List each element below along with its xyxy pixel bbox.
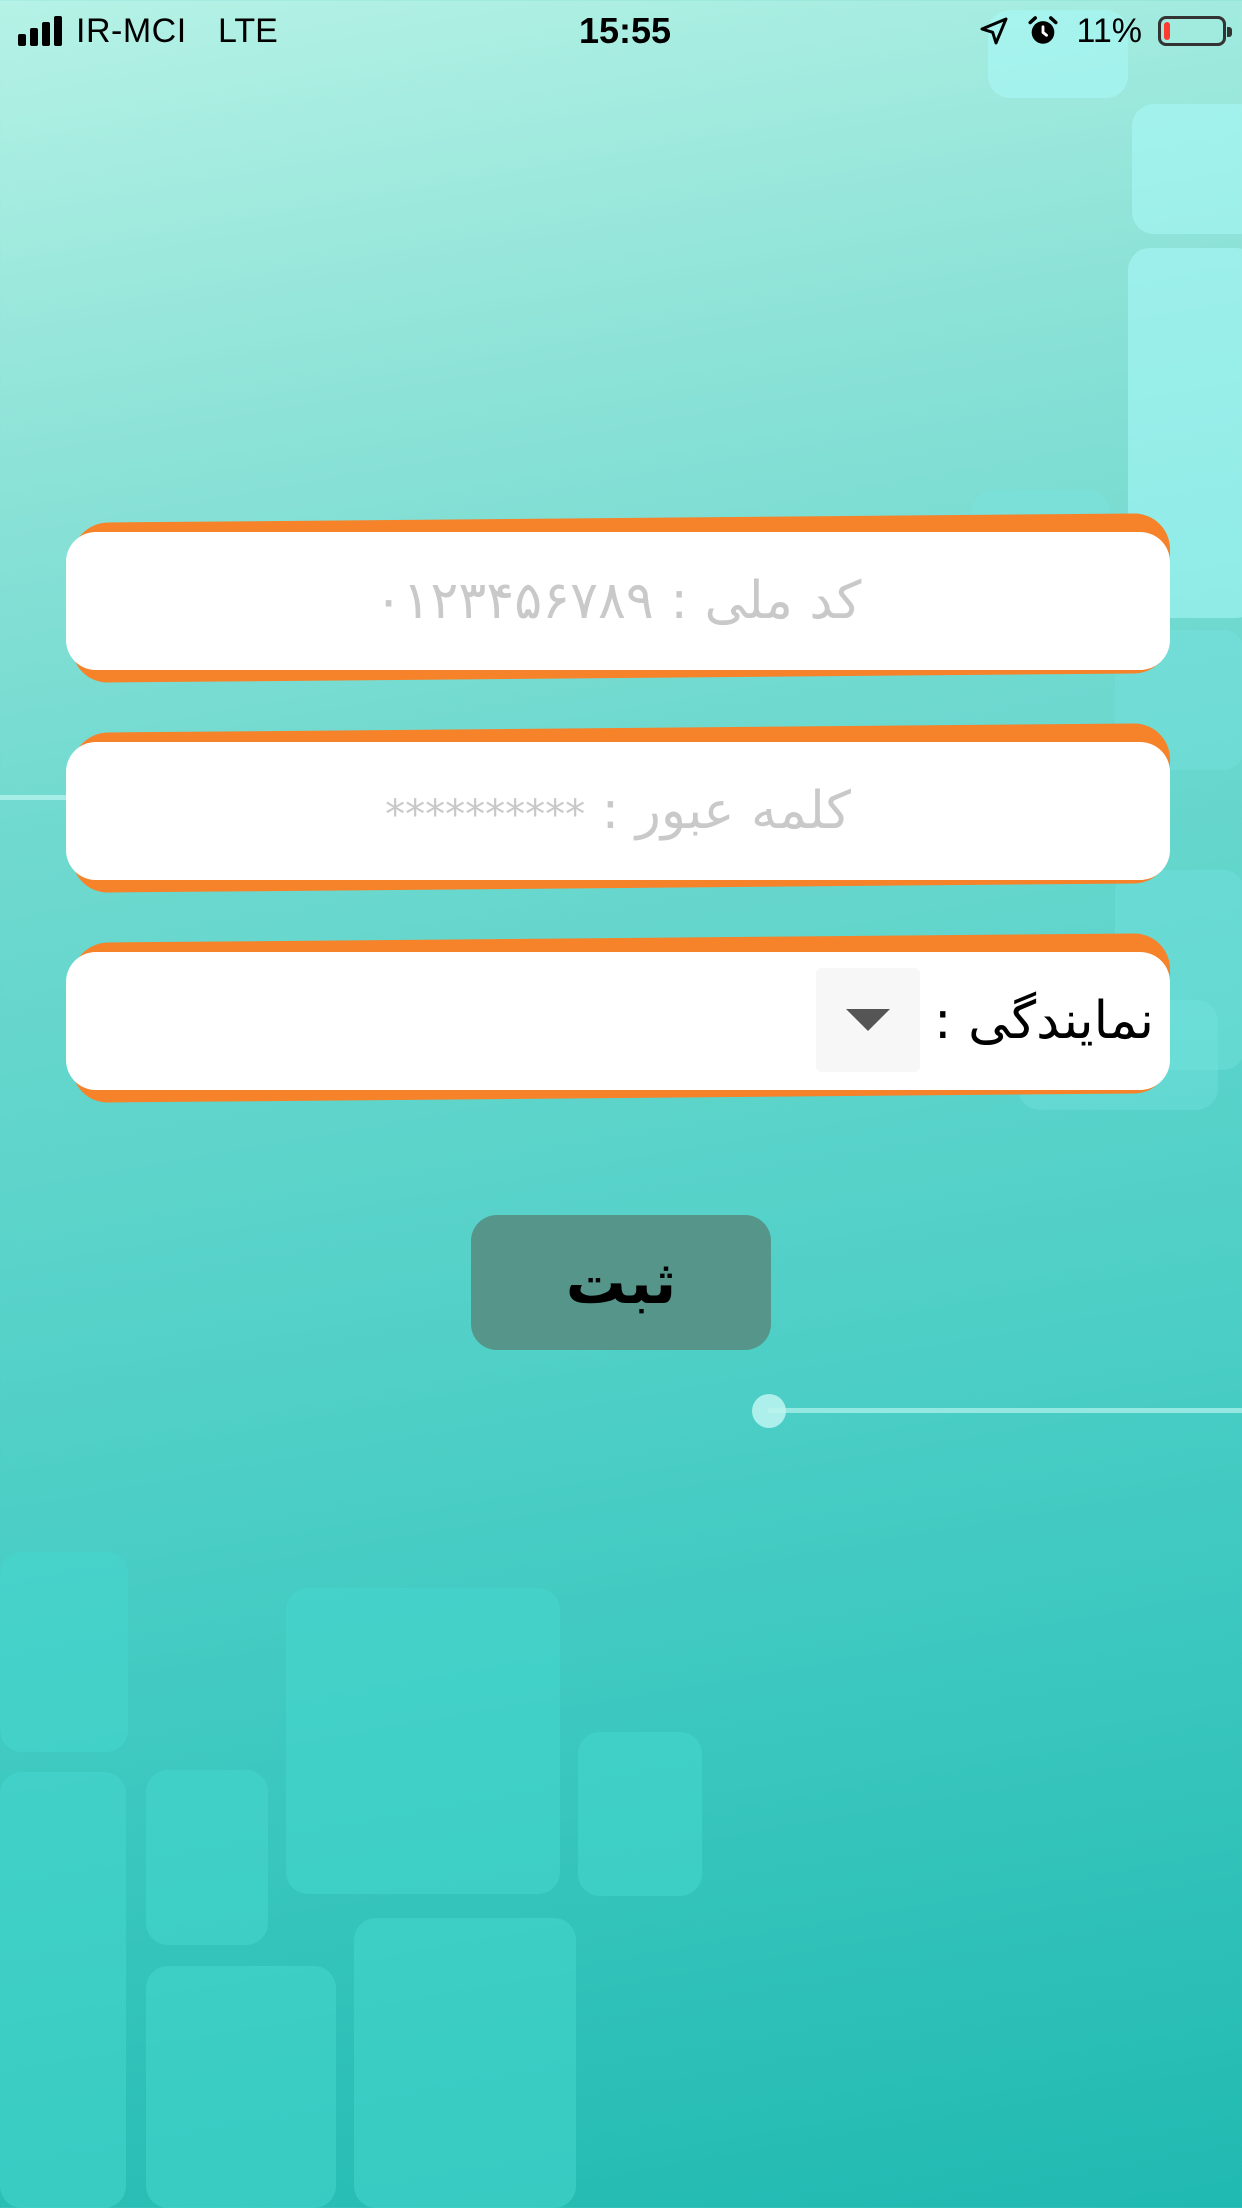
chevron-down-icon <box>846 1009 890 1031</box>
battery-level-fill <box>1164 22 1170 40</box>
national-code-input[interactable]: کد ملی : ۰۱۲۳۴۵۶۷۸۹ <box>66 532 1170 670</box>
battery-icon <box>1158 16 1232 46</box>
agency-select[interactable]: نمایندگی : <box>66 952 1170 1090</box>
password-label: کلمه عبور : <box>601 781 851 841</box>
national-code-label: کد ملی : <box>670 571 862 631</box>
password-placeholder: کلمه عبور : ********** <box>385 781 851 841</box>
password-input[interactable]: کلمه عبور : ********** <box>66 742 1170 880</box>
agency-dropdown-button[interactable] <box>816 968 920 1072</box>
submit-button[interactable]: ثبت <box>471 1215 771 1350</box>
status-right-group: 11% <box>978 10 1232 52</box>
password-field-wrapper: کلمه عبور : ********** <box>66 723 1170 893</box>
national-code-sample: ۰۱۲۳۴۵۶۷۸۹ <box>374 571 654 631</box>
national-code-field-wrapper: کد ملی : ۰۱۲۳۴۵۶۷۸۹ <box>66 513 1170 683</box>
location-arrow-icon <box>981 17 1008 45</box>
national-code-placeholder: کد ملی : ۰۱۲۳۴۵۶۷۸۹ <box>375 571 862 631</box>
agency-field-wrapper: نمایندگی : <box>66 933 1170 1103</box>
battery-percentage: 11% <box>1076 11 1142 50</box>
alarm-clock-icon <box>1028 16 1058 44</box>
agency-label: نمایندگی : <box>934 991 1154 1051</box>
password-mask: ********** <box>385 792 586 838</box>
status-bar: IR-MCI LTE 15:55 11% <box>0 0 1242 62</box>
submit-button-label: ثبت <box>565 1247 677 1318</box>
